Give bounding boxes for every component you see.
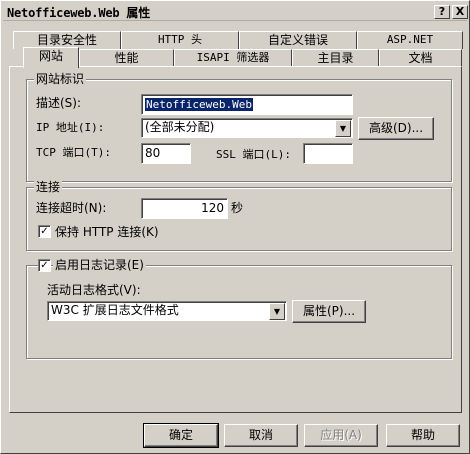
keepalive-label: 保持 HTTP 连接(K) xyxy=(55,225,159,239)
tcp-port-label: TCP 端口(T): xyxy=(36,146,111,159)
ip-address-label: IP 地址(I): xyxy=(36,121,105,134)
site-identification-label: 网站标识 xyxy=(34,72,87,86)
timeout-value: 120 xyxy=(201,201,224,215)
tab-aspnet[interactable]: ASP.NET xyxy=(357,31,463,49)
description-label: 描述(S): xyxy=(36,96,82,110)
tab-website[interactable]: 网站 xyxy=(23,47,79,68)
keepalive-checkbox[interactable]: ✓ xyxy=(38,225,51,238)
advanced-button[interactable]: 高级(D)... xyxy=(358,117,434,140)
tab-home-directory[interactable]: 主目录 xyxy=(292,49,379,67)
ip-address-dropdown[interactable]: (全部未分配) ▼ xyxy=(141,118,353,138)
title-bar: Netofficeweb.Web 属性 ? X xyxy=(3,3,468,21)
enable-logging-label: 启用日志记录(E) xyxy=(53,257,146,273)
chevron-down-icon[interactable]: ▼ xyxy=(335,120,351,137)
tab-documents[interactable]: 文档 xyxy=(379,49,462,67)
tcp-port-value: 80 xyxy=(145,146,161,160)
close-button[interactable]: X xyxy=(452,5,468,19)
tab-http-headers[interactable]: HTTP 头 xyxy=(121,31,239,49)
log-properties-button[interactable]: 属性(P)... xyxy=(292,300,366,323)
ssl-port-input[interactable] xyxy=(303,143,353,164)
chevron-down-icon[interactable]: ▼ xyxy=(269,303,285,320)
timeout-unit: 秒 xyxy=(231,201,244,215)
cancel-button[interactable]: 取消 xyxy=(224,424,298,447)
timeout-input[interactable]: 120 xyxy=(141,198,228,219)
connection-group: 连接 xyxy=(26,180,452,251)
timeout-label: 连接超时(N): xyxy=(36,201,107,215)
tab-performance[interactable]: 性能 xyxy=(79,49,174,67)
log-format-dropdown[interactable]: W3C 扩展日志文件格式 ▼ xyxy=(47,301,287,321)
log-format-label: 活动日志格式(V): xyxy=(47,283,141,297)
ssl-port-label: SSL 端口(L): xyxy=(216,148,291,161)
apply-button[interactable]: 应用(A) xyxy=(304,424,378,447)
ip-address-value: (全部未分配) xyxy=(145,120,215,134)
ok-button[interactable]: 确定 xyxy=(143,423,219,448)
description-input[interactable]: Netofficeweb.Web xyxy=(141,94,353,115)
description-value: Netofficeweb.Web xyxy=(145,98,253,111)
tcp-port-input[interactable]: 80 xyxy=(141,143,191,164)
enable-logging-checkbox[interactable]: ✓ xyxy=(38,259,51,272)
window-title: Netofficeweb.Web 属性 xyxy=(7,6,151,20)
tab-panel-website: 网站标识 描述(S): Netofficeweb.Web IP 地址(I): (… xyxy=(9,66,462,413)
connection-group-label: 连接 xyxy=(34,180,63,194)
help-button[interactable]: 帮助 xyxy=(386,424,460,447)
apply-button-label: 应用(A) xyxy=(320,428,362,442)
tab-custom-errors[interactable]: 自定义错误 xyxy=(239,31,357,49)
properties-dialog: Netofficeweb.Web 属性 ? X 目录安全性 HTTP 头 自定义… xyxy=(0,0,470,454)
log-format-value: W3C 扩展日志文件格式 xyxy=(51,303,179,317)
help-title-button[interactable]: ? xyxy=(434,5,450,19)
tab-isapi-filters[interactable]: ISAPI 筛选器 xyxy=(174,49,292,67)
